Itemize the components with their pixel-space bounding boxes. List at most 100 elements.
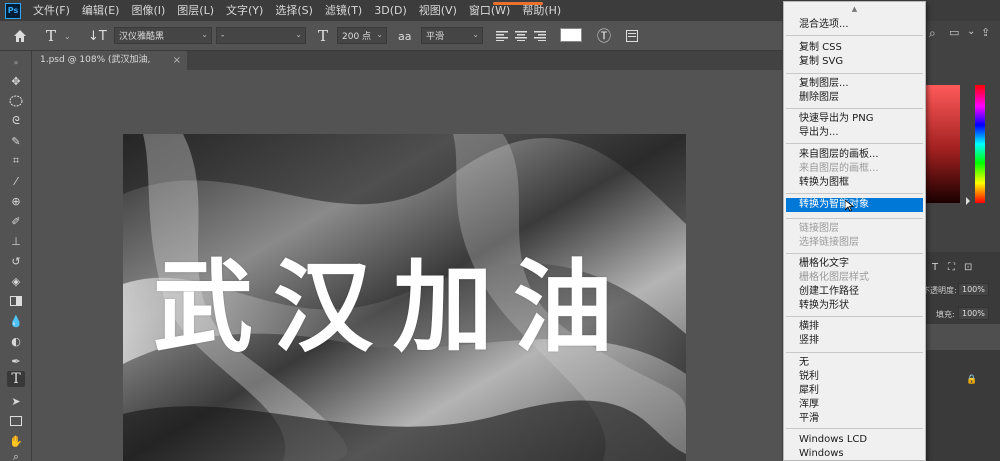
healing-brush-tool-icon[interactable]: ⊕ — [7, 193, 25, 209]
menu-item-convert-to-smart-object[interactable]: 转换为智能对象 — [786, 198, 923, 212]
menu-item-duplicate-layer[interactable]: 复制图层... — [784, 77, 925, 91]
antialias-icon: aa — [398, 29, 412, 43]
menu-item-aa-crisp[interactable]: 犀利 — [784, 384, 925, 398]
antialias-select[interactable]: 平滑 ⌄ — [421, 27, 483, 44]
menu-item-aa-sharp[interactable]: 锐利 — [784, 370, 925, 384]
path-selection-tool-icon[interactable]: ➤ — [7, 393, 25, 409]
color-picker-field[interactable] — [922, 85, 960, 203]
menu-item-vertical[interactable]: 竖排 — [784, 334, 925, 348]
align-right-icon[interactable] — [534, 25, 546, 47]
zoom-tool-icon[interactable]: ⌕ — [7, 449, 25, 461]
hue-slider[interactable] — [975, 85, 985, 203]
menu-item-rasterize-layer-style: 栅格化图层样式 — [799, 272, 869, 283]
eraser-tool-icon[interactable]: ◈ — [7, 273, 25, 289]
menu-item-aa-smooth[interactable]: 平滑 — [784, 412, 925, 426]
lock-icon: 🔒 — [966, 375, 978, 385]
hue-slider-handle[interactable] — [966, 197, 970, 205]
align-center-icon[interactable] — [515, 25, 527, 47]
mouse-cursor-icon — [845, 200, 854, 212]
marquee-tool-icon[interactable] — [7, 93, 25, 109]
menu-item-copy-css[interactable]: 复制 CSS — [784, 41, 925, 55]
menu-item-copy-svg[interactable]: 复制 SVG — [784, 55, 925, 69]
canvas-text-layer[interactable]: 武汉加油 — [153, 226, 633, 371]
menu-item-rasterize-type[interactable]: 栅格化文字 — [784, 257, 925, 271]
move-tool-icon[interactable]: ✥ — [7, 73, 25, 89]
font-size-icon: T — [318, 27, 329, 45]
document-canvas[interactable]: 武汉加油 — [123, 134, 686, 461]
quick-selection-tool-icon[interactable]: ✎ — [7, 133, 25, 149]
menu-item-blending-options[interactable]: 混合选项... — [784, 18, 925, 32]
eyedropper-tool-icon[interactable]: ⁄ — [7, 173, 25, 189]
clone-stamp-tool-icon[interactable]: ⊥ — [7, 233, 25, 249]
warp-text-icon[interactable]: Ⓣ — [597, 25, 611, 47]
home-icon[interactable] — [12, 25, 28, 47]
layers-panel: T ⛶ ⊡ 不透明度: 100% 填充: 100% — [922, 252, 1000, 461]
canvas-area[interactable]: 武汉加油 — [32, 70, 782, 461]
collapse-toolbar-icon[interactable]: » — [7, 54, 25, 70]
scroll-up-icon[interactable]: ▲ — [784, 5, 925, 13]
brush-tool-icon[interactable]: ✐ — [7, 213, 25, 229]
menu-item-create-work-path[interactable]: 创建工作路径 — [784, 285, 925, 299]
menu-separator — [786, 108, 923, 109]
menu-filter[interactable]: 滤镜(T) — [319, 0, 368, 21]
tools-panel: » ✥ ᘓ ✎ ⌗ ⁄ ⊕ ✐ ⊥ ↺ ◈ 💧 ◐ ✒ T ➤ ✋ ⌕ — [0, 51, 32, 461]
fill-input[interactable]: 100% — [958, 307, 989, 320]
opacity-input[interactable]: 100% — [958, 283, 989, 296]
text-orientation-icon[interactable]: ↓T — [88, 25, 107, 47]
menu-item-windows[interactable]: Windows — [784, 447, 925, 461]
menu-image[interactable]: 图像(I) — [125, 0, 171, 21]
chevron-down-icon[interactable]: ⌄ — [64, 25, 71, 47]
menu-item-windows-lcd[interactable]: Windows LCD — [784, 433, 925, 447]
history-brush-tool-icon[interactable]: ↺ — [7, 253, 25, 269]
menu-item-delete-layer[interactable]: 删除图层 — [784, 91, 925, 105]
menu-separator — [786, 428, 923, 429]
crop-tool-icon[interactable]: ⌗ — [7, 153, 25, 169]
smart-object-filter-icon[interactable]: ⊡ — [964, 262, 972, 273]
menu-file[interactable]: 文件(F) — [27, 0, 76, 21]
menu-select[interactable]: 选择(S) — [269, 0, 319, 21]
panels-toggle-icon[interactable] — [626, 25, 638, 47]
menu-separator — [786, 143, 923, 144]
fill-label: 填充: — [936, 310, 955, 319]
menu-edit[interactable]: 编辑(E) — [76, 0, 126, 21]
lasso-tool-icon[interactable]: ᘓ — [7, 113, 25, 129]
document-tab-bar: 1.psd @ 108% (武汉加油, RGB/8#) * × — [32, 51, 782, 84]
menu-layer[interactable]: 图层(L) — [171, 0, 220, 21]
workspace-icon[interactable]: ▭ — [949, 26, 959, 39]
menu-item-horizontal[interactable]: 横排 — [784, 320, 925, 334]
text-color-swatch[interactable] — [560, 28, 582, 42]
menu-3d[interactable]: 3D(D) — [368, 0, 413, 21]
menu-separator — [786, 218, 923, 219]
menu-item-export-as[interactable]: 导出为... — [784, 126, 925, 140]
shape-filter-icon[interactable]: ⛶ — [948, 262, 955, 273]
menu-item-convert-to-frame[interactable]: 转换为图框 — [784, 176, 925, 190]
close-icon[interactable]: × — [173, 51, 181, 70]
rectangle-tool-icon[interactable] — [7, 413, 25, 429]
chevron-down-icon[interactable]: ⌄ — [967, 26, 975, 37]
document-tab[interactable]: 1.psd @ 108% (武汉加油, RGB/8#) * × — [32, 51, 187, 84]
gradient-tool-icon[interactable] — [7, 293, 25, 309]
hand-tool-icon[interactable]: ✋ — [7, 433, 25, 449]
dodge-tool-icon[interactable]: ◐ — [7, 333, 25, 349]
menu-item-select-linked-layers: 选择链接图层 — [799, 237, 859, 248]
type-tool-preset-icon[interactable]: T — [46, 25, 56, 47]
layer-row[interactable] — [922, 324, 1000, 350]
menu-item-artboard-from-layers[interactable]: 来自图层的画板... — [784, 148, 925, 162]
menu-type[interactable]: 文字(Y) — [220, 0, 269, 21]
type-tool-icon[interactable]: T — [7, 371, 25, 387]
font-size-select[interactable]: 200 点 ⌄ — [337, 27, 387, 44]
progress-indicator — [493, 2, 543, 5]
menu-item-convert-to-shape[interactable]: 转换为形状 — [784, 299, 925, 313]
menu-view[interactable]: 视图(V) — [413, 0, 463, 21]
menu-item-aa-none[interactable]: 无 — [784, 356, 925, 370]
type-filter-icon[interactable]: T — [932, 262, 938, 273]
font-family-select[interactable]: 汉仪雅酷黑 ⌄ — [114, 27, 212, 44]
menu-item-aa-strong[interactable]: 浑厚 — [784, 398, 925, 412]
pen-tool-icon[interactable]: ✒ — [7, 353, 25, 369]
align-left-icon[interactable] — [496, 25, 508, 47]
search-icon[interactable]: ⌕ — [929, 26, 936, 41]
menu-item-quick-export-png[interactable]: 快速导出为 PNG — [784, 112, 925, 126]
font-style-select[interactable]: - ⌄ — [216, 27, 306, 44]
share-icon[interactable]: ⇪ — [981, 26, 990, 39]
blur-tool-icon[interactable]: 💧 — [7, 313, 25, 329]
